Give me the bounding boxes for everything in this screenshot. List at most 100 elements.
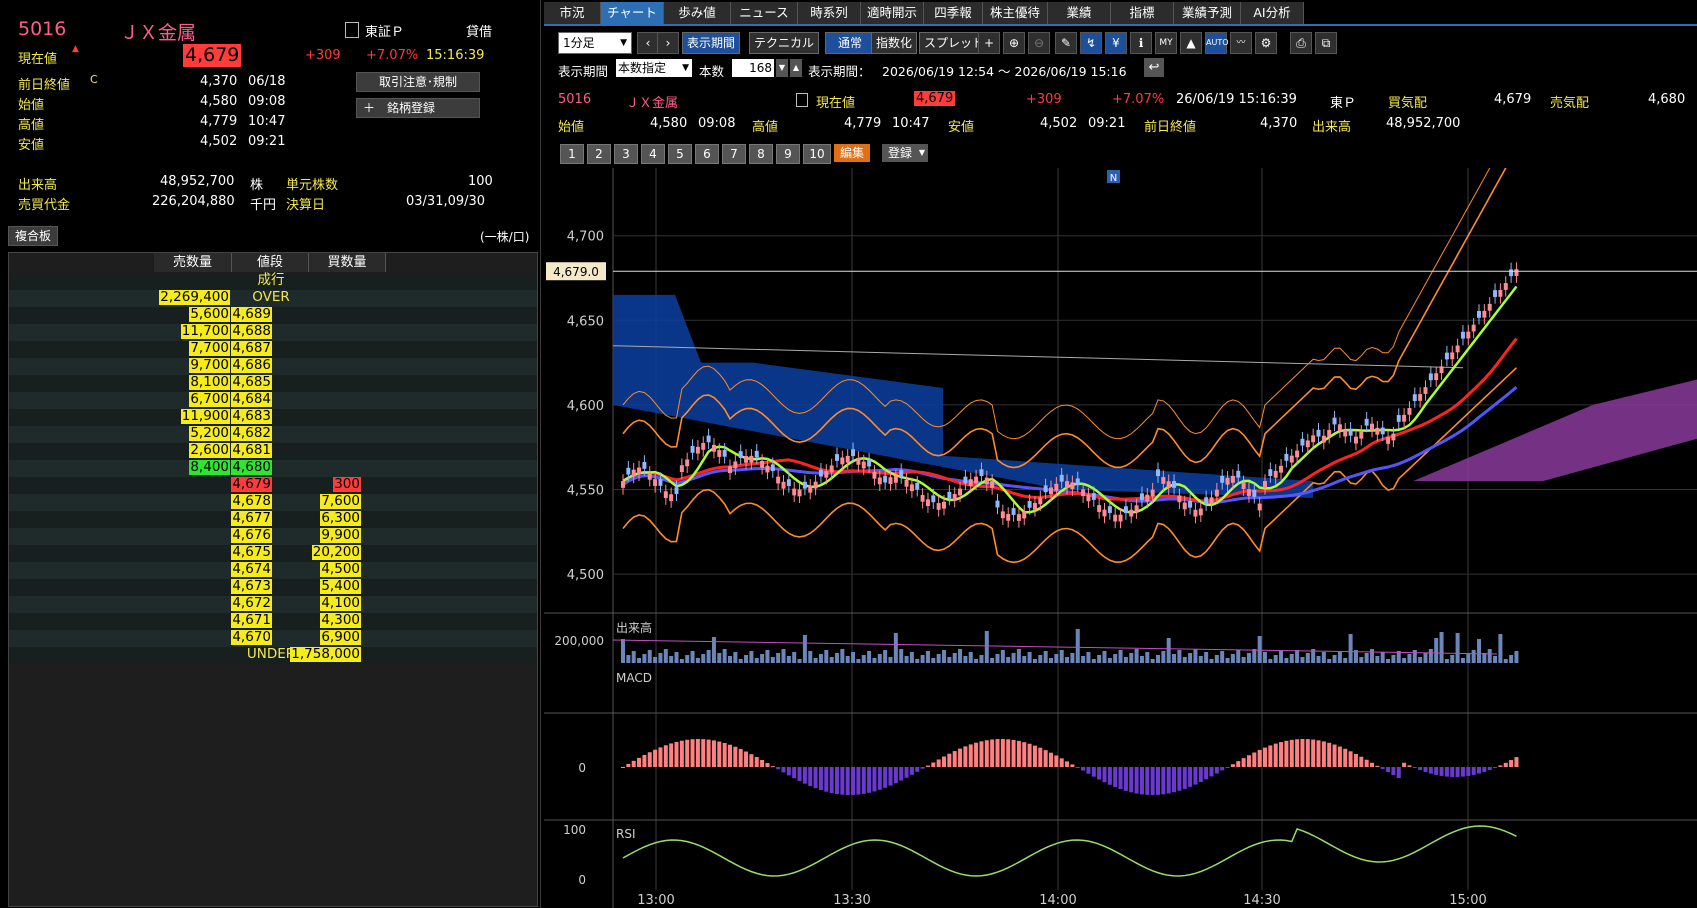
preset-button-5[interactable]: 5 (668, 144, 692, 164)
register-stock-button[interactable]: ＋ 銘柄登録 (356, 98, 480, 118)
macd-bar (744, 751, 749, 767)
candle-body (867, 459, 872, 467)
candle-body (1107, 506, 1112, 513)
volume-bar (818, 654, 823, 663)
bid-row: 4,676 9,900 (9, 528, 537, 545)
candle-body (1086, 494, 1091, 502)
count-mode-value: 本数指定 (618, 61, 667, 75)
window-icon[interactable]: ⧉ (1315, 32, 1337, 54)
preset-button-7[interactable]: 7 (722, 144, 746, 164)
tab-8[interactable]: 株主優待 (983, 2, 1048, 24)
macd-bar (685, 739, 690, 767)
edit-button[interactable]: 編集 (834, 144, 871, 162)
macd-bar (1305, 739, 1310, 767)
quote-change-pct: +7.07% (1112, 92, 1165, 107)
oscillator-icon[interactable]: 〰 (1230, 32, 1252, 54)
zoom-in-icon[interactable]: ⊕ (1003, 32, 1025, 54)
preset-button-9[interactable]: 9 (776, 144, 800, 164)
tab-7[interactable]: 四季報 (924, 2, 983, 24)
register-dropdown[interactable]: 登録 ▼ (882, 144, 929, 162)
tab-10[interactable]: 指標 (1111, 2, 1174, 24)
reset-icon[interactable]: ↩ (1144, 58, 1164, 77)
volume-bar (1263, 652, 1267, 663)
preset-button-10[interactable]: 10 (803, 144, 831, 164)
document-icon[interactable] (796, 93, 808, 107)
combo-board-button[interactable]: 複合板 (8, 226, 59, 246)
tab-9[interactable]: 業績 (1048, 2, 1111, 24)
preset-button-2[interactable]: 2 (587, 144, 611, 164)
prev-close-date: 06/18 (248, 74, 286, 89)
settings-wrench-icon[interactable]: ⚙ (1255, 32, 1277, 54)
macd-bar (1439, 767, 1444, 776)
print-icon[interactable]: ⎙ (1290, 32, 1312, 54)
bid-row: 4,672 4,100 (9, 596, 537, 613)
count-down-icon[interactable]: ▼ (776, 59, 788, 77)
preset-button-3[interactable]: 3 (614, 144, 638, 164)
interval-select[interactable]: 1分足 ▼ (558, 32, 632, 54)
preset-button-4[interactable]: 4 (641, 144, 665, 164)
volume-bar (835, 653, 839, 663)
yen-icon[interactable]: ¥ (1105, 32, 1127, 54)
tab-1[interactable]: 市況 (544, 2, 601, 24)
macd-bar (1482, 767, 1487, 772)
q-high-label: 高値 (752, 120, 779, 135)
ask-price: 4,680 (231, 459, 272, 475)
count-mode-select[interactable]: 本数指定 ▼ (616, 59, 692, 77)
tab-6[interactable]: 適時開示 (861, 2, 924, 24)
tab-5[interactable]: 時系列 (798, 2, 861, 24)
tab-11[interactable]: 業績予測 (1174, 2, 1241, 24)
price-chart[interactable]: 4,700 4,650 4,600 4,550 4,500 N 4,679.0 出来高 200,… (544, 168, 1697, 908)
count-input[interactable]: 168 (732, 59, 774, 77)
preset-button-1[interactable]: 1 (560, 144, 584, 164)
macd-bar (1182, 767, 1187, 789)
candle-body (1113, 514, 1118, 522)
tab-4[interactable]: ニュース (731, 2, 798, 24)
candle-body (1054, 483, 1059, 491)
macd-bar (1016, 740, 1021, 767)
volume-bar (877, 654, 882, 663)
document-icon[interactable] (345, 22, 359, 38)
volume-bar (813, 658, 818, 663)
prev-arrow-icon[interactable]: ‹ (637, 32, 659, 54)
macd-bar (915, 767, 920, 772)
trendline-icon[interactable]: ↯ (1080, 32, 1102, 54)
volume-bar (888, 657, 893, 663)
count-up-icon[interactable]: ▲ (790, 59, 802, 77)
tab-12[interactable]: AI分析 (1241, 2, 1304, 24)
candle-body (1487, 303, 1492, 311)
crosshair-icon[interactable]: + (978, 32, 1000, 54)
next-arrow-icon[interactable]: › (657, 32, 679, 54)
tab-3[interactable]: 歩み値 (664, 2, 731, 24)
market-order-row: 成行 (9, 273, 537, 290)
candle-body (765, 465, 770, 473)
pen-icon[interactable]: ✎ (1055, 32, 1077, 54)
candle-body (1059, 474, 1064, 482)
price-time: 15:16:39 (426, 48, 485, 63)
candle-body (1097, 505, 1102, 512)
preset-button-8[interactable]: 8 (749, 144, 773, 164)
technical-button[interactable]: テクニカル (749, 32, 820, 54)
tab-2[interactable]: チャート (601, 2, 664, 24)
volume-bar (990, 658, 995, 663)
auto-icon[interactable]: AUTO (1205, 32, 1229, 54)
bid-qty: 4,100 (320, 595, 361, 611)
notice-button[interactable]: 取引注意･規制 (356, 72, 480, 92)
volume-bar (1268, 659, 1273, 663)
macd-bar (1177, 767, 1182, 791)
macd-bar (1038, 747, 1043, 767)
macd-bar (1509, 760, 1514, 767)
index-button[interactable]: 指数化 (871, 32, 918, 54)
zoom-out-icon[interactable]: ⊖ (1028, 32, 1050, 54)
normal-button[interactable]: 通常 (825, 32, 875, 54)
candle-body (1460, 331, 1465, 339)
volume-bar (1386, 659, 1391, 663)
display-period-button[interactable]: 表示期間 (682, 32, 741, 54)
my-chart-icon[interactable]: MY (1155, 32, 1177, 54)
info-icon[interactable]: ℹ (1130, 32, 1152, 54)
macd-bar (1327, 742, 1332, 767)
preset-button-6[interactable]: 6 (695, 144, 719, 164)
volume-bar (1011, 653, 1016, 663)
mountain-icon[interactable]: ▲ (1180, 32, 1202, 54)
ask-qty: 8,100 (189, 374, 230, 390)
macd-bar (1477, 767, 1481, 774)
